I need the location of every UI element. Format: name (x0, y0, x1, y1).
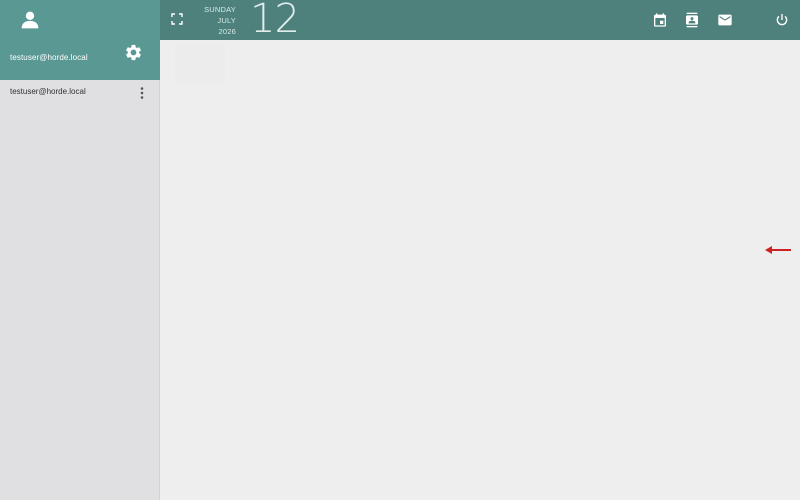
year-label: 2026 (218, 27, 236, 36)
person-icon[interactable] (19, 10, 41, 30)
date-block: SUNDAY JULY 2026 (196, 4, 236, 37)
header-user-email: testuser@horde.local (10, 53, 88, 62)
mail-icon[interactable] (717, 12, 733, 28)
month-label: JULY (217, 16, 236, 25)
day-number: 12 (250, 0, 300, 42)
content-placeholder (175, 45, 225, 85)
weekday-label: SUNDAY (204, 5, 236, 14)
gear-icon[interactable] (124, 43, 143, 62)
arrow-left-icon (765, 246, 791, 254)
account-list-item[interactable]: testuser@horde.local (0, 81, 159, 105)
more-vert-icon[interactable] (137, 86, 147, 100)
power-icon[interactable] (774, 12, 790, 28)
calendar-icon[interactable] (652, 12, 668, 28)
app-window: testuser@horde.local testuser@horde.loca… (0, 0, 800, 500)
contacts-icon[interactable] (684, 12, 700, 28)
main-content (160, 40, 800, 500)
fullscreen-icon[interactable] (171, 13, 183, 25)
sidebar: testuser@horde.local testuser@horde.loca… (0, 0, 160, 500)
account-label: testuser@horde.local (10, 87, 86, 96)
sidebar-header: testuser@horde.local (0, 0, 160, 80)
top-bar: SUNDAY JULY 2026 12 (160, 0, 800, 42)
